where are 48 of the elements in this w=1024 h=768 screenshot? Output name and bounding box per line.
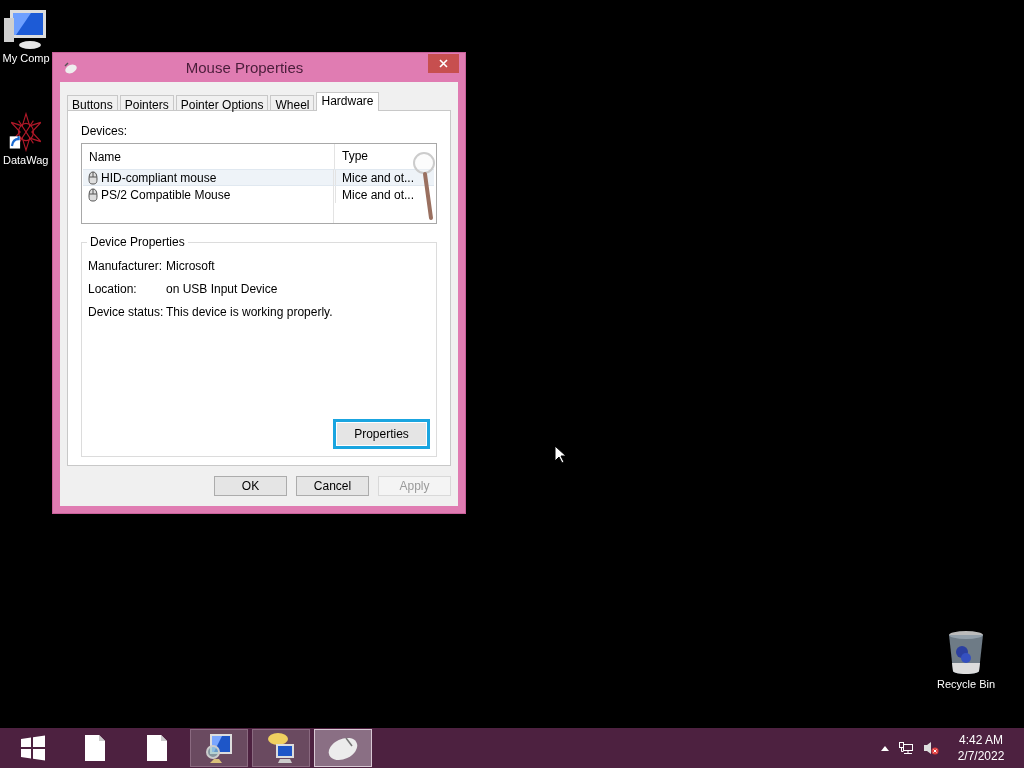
device-name: HID-compliant mouse xyxy=(101,170,217,185)
cursor-icon xyxy=(554,445,566,464)
start-icon xyxy=(19,734,47,762)
mouse-icon xyxy=(88,170,98,185)
network-icon[interactable] xyxy=(898,741,914,755)
field-value: on USB Input Device xyxy=(166,282,279,296)
device-type: Mice and ot... xyxy=(335,186,419,203)
group-title: Device Properties xyxy=(87,236,188,249)
desktop-icon-label[interactable]: My Comp xyxy=(2,52,50,64)
device-list[interactable]: Name Type HID-compliant mouse Mice and ot... PS/2 Compatible Mouse Mice and ot... xyxy=(81,143,437,224)
dialog-button[interactable]: OK xyxy=(214,476,287,496)
magnifier-icon xyxy=(413,150,435,222)
mouse-icon xyxy=(88,187,98,202)
speaker-muted-icon[interactable] xyxy=(923,741,939,755)
field-label: Location: xyxy=(88,282,138,296)
field-value: This device is working properly. xyxy=(166,305,334,319)
device-type: Mice and ot... xyxy=(335,170,419,185)
device-name: PS/2 Compatible Mouse xyxy=(101,187,231,202)
taskbar-button[interactable] xyxy=(190,729,248,767)
close-icon xyxy=(439,59,448,68)
devices-label: Devices: xyxy=(81,124,127,138)
tab[interactable]: Buttons xyxy=(67,95,118,110)
field-label: Device status: xyxy=(88,305,165,319)
clock[interactable]: 4:42 AM 2/7/2022 xyxy=(948,732,1014,764)
tab[interactable]: Pointers xyxy=(119,95,174,110)
caret-icon[interactable] xyxy=(881,745,889,751)
device-row[interactable]: HID-compliant mouse Mice and ot... xyxy=(83,169,434,186)
document-icon xyxy=(84,734,106,762)
tab[interactable]: Pointer Options xyxy=(175,95,269,110)
desktop-icon-label[interactable]: DataWag xyxy=(3,154,49,166)
dialog-button[interactable]: Cancel xyxy=(296,476,369,496)
chat-computer-icon xyxy=(266,732,296,764)
properties-button[interactable]: Properties xyxy=(333,419,430,449)
tab[interactable]: Hardware xyxy=(316,92,379,111)
column-header[interactable]: Name xyxy=(82,149,334,164)
shortcut-icon[interactable] xyxy=(8,112,43,152)
field-label: Manufacturer: xyxy=(88,259,164,273)
mouse-icon xyxy=(62,61,78,74)
computer-icon xyxy=(204,732,234,764)
close-button[interactable] xyxy=(428,54,459,73)
document-icon xyxy=(146,734,168,762)
desktop-icon-label[interactable]: Recycle Bin xyxy=(937,678,996,690)
field-value: Microsoft xyxy=(166,259,216,273)
taskbar-button[interactable] xyxy=(252,729,310,767)
tab[interactable]: Wheel xyxy=(270,95,315,110)
window-title: Mouse Properties xyxy=(184,59,305,76)
recycle-bin-icon[interactable] xyxy=(947,630,986,676)
device-row[interactable]: PS/2 Compatible Mouse Mice and ot... xyxy=(83,186,434,203)
